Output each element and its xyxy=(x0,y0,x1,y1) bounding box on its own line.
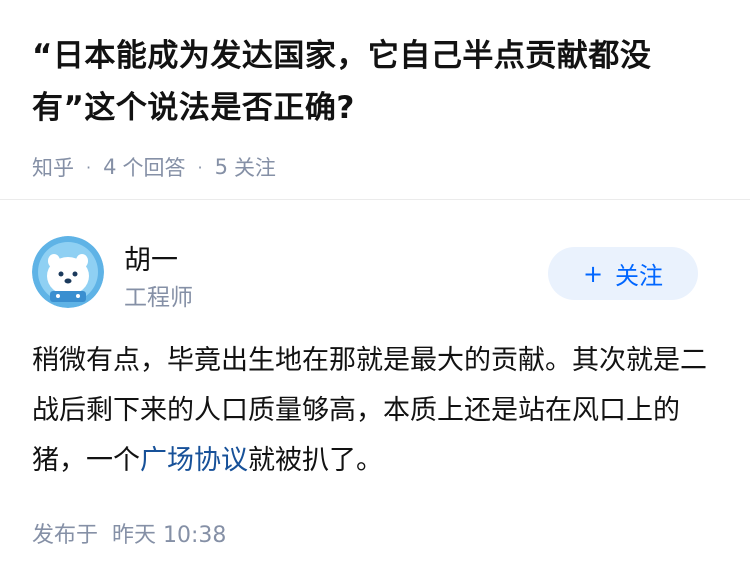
follower-count-label: 关注 xyxy=(233,156,276,180)
avatar-image xyxy=(32,236,104,308)
answer-body: 稍微有点，毕竟出生地在那就是最大的贡献。其次就是二战后剩下来的人口质量够高，本质… xyxy=(32,336,712,486)
follower-count: 5 xyxy=(214,155,228,179)
meta-separator: · xyxy=(197,157,203,177)
divider xyxy=(0,199,750,200)
avatar[interactable] xyxy=(32,236,104,308)
source-label[interactable]: 知乎 xyxy=(32,152,74,182)
published-label: 发布于 xyxy=(32,523,99,548)
published-time: 昨天 10:38 xyxy=(112,523,227,548)
follow-button-label: 关注 xyxy=(615,262,664,290)
plus-icon: + xyxy=(582,259,604,288)
question-title[interactable]: “日本能成为发达国家，它自己半点贡献都没有”这个说法是否正确? xyxy=(32,30,712,134)
author-title: 工程师 xyxy=(124,285,193,311)
answer-count: 4 xyxy=(103,155,117,179)
question-header: “日本能成为发达国家，它自己半点贡献都没有”这个说法是否正确? 知乎 · 4 个… xyxy=(32,30,712,182)
author-name[interactable]: 胡一 xyxy=(124,238,178,277)
answer-text-end: 就被扒了。 xyxy=(248,445,383,476)
meta-separator: · xyxy=(86,157,92,177)
answer-count-label: 个回答 xyxy=(122,156,186,180)
follow-button[interactable]: + 关注 xyxy=(548,247,698,300)
question-meta: 知乎 · 4 个回答 · 5 关注 xyxy=(32,152,712,182)
answer-link[interactable]: 广场协议 xyxy=(140,445,248,476)
answer-footer: 发布于 昨天 10:38 xyxy=(32,517,226,549)
